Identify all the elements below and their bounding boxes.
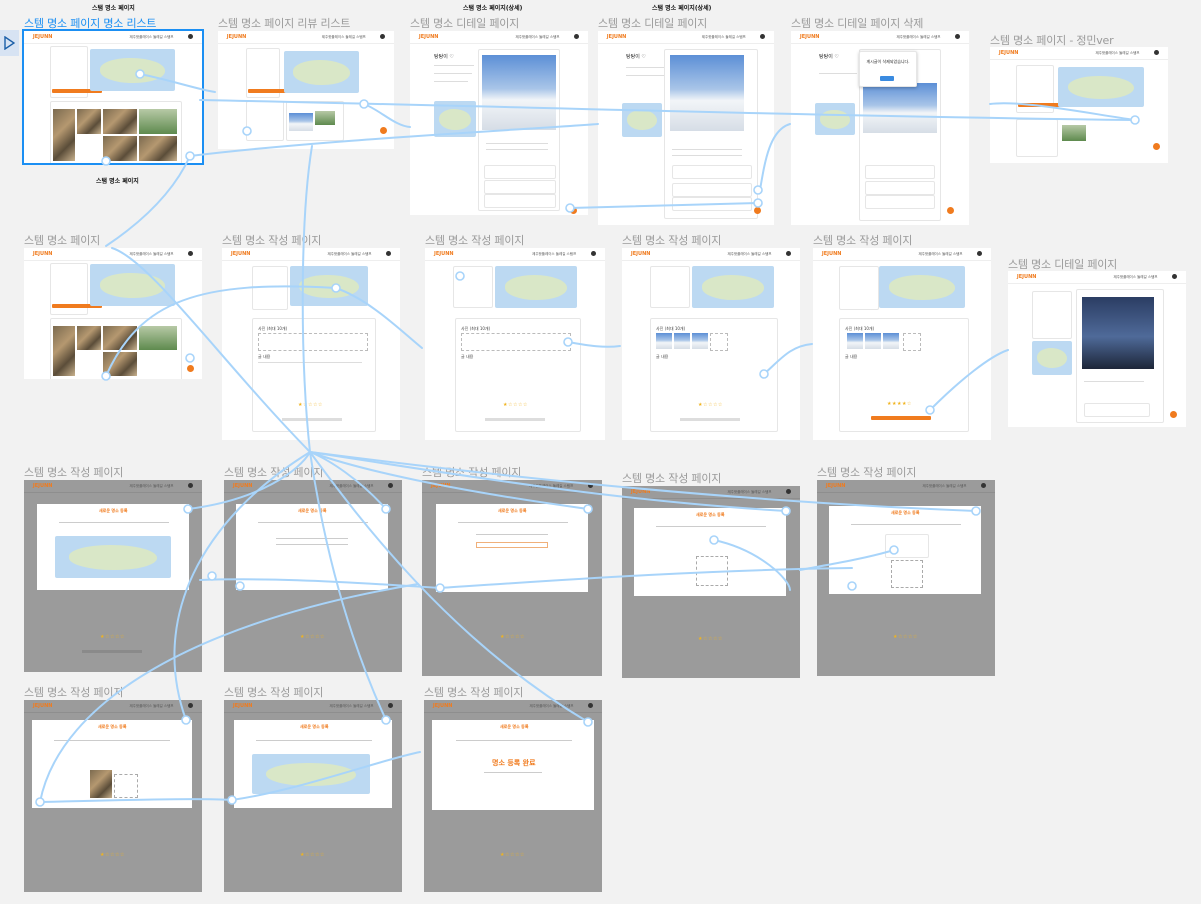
frame-label-r2-5[interactable]: 스템 명소 작성 페이지 — [813, 232, 912, 248]
present-flow-button[interactable] — [0, 30, 19, 56]
delete-popup: 게시글이 삭제되었습니다. — [859, 51, 917, 87]
note-4: 스탬 명소 페이지 — [96, 178, 139, 185]
frame-modal-7[interactable]: JEJUNN 제주핫플레이스 둘레길 스탬프 새로운 명소 등록 ★☆☆☆☆ — [224, 700, 402, 892]
connector — [105, 155, 191, 247]
frame-label-f2[interactable]: 스템 명소 페이지 리뷰 리스트 — [218, 15, 350, 31]
frame-write-3[interactable]: JEJUNN 제주핫플레이스 둘레길 스탬프 사진 (최대 10개) 글 내용 ★… — [622, 248, 800, 440]
frame-modal-4[interactable]: JEJUNN 제주핫플레이스 둘레길 스탬프 새로운 명소 등록 ★☆☆☆☆ — [622, 486, 800, 678]
frame-label-f4[interactable]: 스템 명소 디테일 페이지 — [598, 15, 707, 31]
frame-label-f6[interactable]: 스템 명소 페이지 - 정민ver — [990, 32, 1114, 48]
frame-write-2[interactable]: JEJUNN 제주핫플레이스 둘레길 스탬프 사진 (최대 10개) 글 내용 ★… — [425, 248, 605, 440]
frame-label-r2-3[interactable]: 스템 명소 작성 페이지 — [425, 232, 524, 248]
frame-label-r3-2[interactable]: 스템 명소 작성 페이지 — [224, 464, 323, 480]
frame-spot-detail-3[interactable]: JEJUNN 제주핫플레이스 둘레길 스탬프 — [1008, 271, 1186, 427]
frame-label-r2-6[interactable]: 스템 명소 디테일 페이지 — [1008, 256, 1117, 272]
frame-label-r3-1[interactable]: 스템 명소 작성 페이지 — [24, 464, 123, 480]
frame-modal-3[interactable]: JEJUNN 제주핫플레이스 둘레길 스탬프 새로운 명소 등록 ★☆☆☆☆ — [422, 480, 602, 676]
frame-spot-page[interactable]: JEJUNN 제주핫플레이스 둘레길 스탬프 — [24, 248, 202, 379]
note-3: 스탬 명소 페이지(상세) — [652, 5, 712, 12]
frame-modal-6[interactable]: JEJUNN 제주핫플레이스 둘레길 스탬프 새로운 명소 등록 ★☆☆☆☆ — [24, 700, 202, 892]
frame-label-r3-5[interactable]: 스템 명소 작성 페이지 — [817, 464, 916, 480]
frame-label-r3-3[interactable]: 스템 명소 작성 페이지 — [422, 464, 521, 480]
frame-label-r2-4[interactable]: 스템 명소 작성 페이지 — [622, 232, 721, 248]
frame-spot-jungmin[interactable]: JEJUNN 제주핫플레이스 둘레길 스탬프 — [990, 47, 1168, 163]
frame-label-r2-1[interactable]: 스템 명소 페이지 — [24, 232, 100, 248]
frame-label-r4-1[interactable]: 스템 명소 작성 페이지 — [24, 684, 123, 700]
frame-label-r2-2[interactable]: 스템 명소 작성 페이지 — [222, 232, 321, 248]
frame-modal-1[interactable]: JEJUNN 제주핫플레이스 둘레길 스탬프 새로운 명소 등록 ★☆☆☆☆ — [24, 480, 202, 672]
frame-modal-done[interactable]: JEJUNN 제주핫플레이스 둘레길 스탬프 새로운 명소 등록 명소 등록 완료… — [424, 700, 602, 892]
frame-label-r4-3[interactable]: 스템 명소 작성 페이지 — [424, 684, 523, 700]
frame-write-1[interactable]: JEJUNN 제주핫플레이스 둘레길 스탬프 사진 (최대 10개) 글 내용 ★… — [222, 248, 400, 440]
frame-label-r4-2[interactable]: 스템 명소 작성 페이지 — [224, 684, 323, 700]
frame-spot-list[interactable]: JEJUNN 제주핫플레이스 둘레길 스탬프 — [22, 29, 204, 165]
frame-modal-5[interactable]: JEJUNN 제주핫플레이스 둘레길 스탬프 새로운 명소 등록 ★☆☆☆☆ — [817, 480, 995, 676]
frame-review-list[interactable]: JEJUNN 제주핫플레이스 둘레길 스탬프 — [218, 31, 394, 149]
frame-spot-detail-delete[interactable]: JEJUNN 제주핫플레이스 둘레길 스탬프 탕탕이 ♡ 게시글이 삭제되었습니다… — [791, 31, 969, 225]
frame-label-f3[interactable]: 스템 명소 디테일 페이지 — [410, 15, 519, 31]
frame-spot-detail-2[interactable]: JEJUNN 제주핫플레이스 둘레길 스탬프 탕탕이 ♡ — [598, 31, 774, 225]
frame-label-f5[interactable]: 스템 명소 디테일 페이지 삭제 — [791, 15, 923, 31]
frame-spot-detail-1[interactable]: JEJUNN 제주핫플레이스 둘레길 스탬프 탕탕이 ♡ — [410, 31, 588, 215]
frame-label-f1[interactable]: 스템 명소 페이지 명소 리스트 — [24, 15, 156, 31]
note-1: 스탬 명소 페이지 — [92, 5, 135, 12]
note-2: 스탬 명소 페이지(상세) — [463, 5, 523, 12]
frame-write-4[interactable]: JEJUNN 제주핫플레이스 둘레길 스탬프 사진 (최대 10개) 글 내용 ★… — [813, 248, 991, 440]
frame-modal-2[interactable]: JEJUNN 제주핫플레이스 둘레길 스탬프 새로운 명소 등록 ★☆☆☆☆ — [224, 480, 402, 672]
frame-label-r3-4[interactable]: 스템 명소 작성 페이지 — [622, 470, 721, 486]
play-icon — [4, 36, 15, 50]
